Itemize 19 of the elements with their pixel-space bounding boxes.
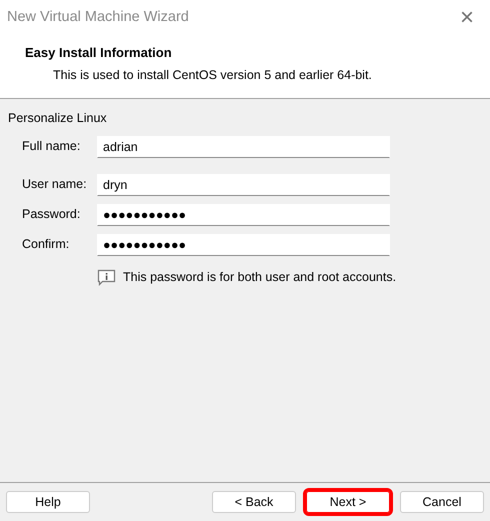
wizard-button[interactable]: Cancel <box>400 491 484 513</box>
wizard-button[interactable]: < Back <box>212 491 296 513</box>
field-label: User name: <box>21 176 88 194</box>
input-field[interactable]: adrian <box>97 136 390 158</box>
input-field[interactable]: ●●●●●●●●●●● <box>97 204 390 226</box>
wizard-button[interactable]: Help <box>6 491 90 513</box>
input-field[interactable]: dryn <box>97 174 390 196</box>
note-text: This password is for both user and root accounts. <box>123 268 396 286</box>
field-label: Confirm: <box>21 236 70 254</box>
page-subtitle: This is used to install CentOS version 5 and earlier 64-bit. <box>52 66 373 84</box>
field-label: Password: <box>21 206 82 224</box>
page-title: Easy Install Information <box>25 44 173 62</box>
input-field[interactable]: ●●●●●●●●●●● <box>97 234 390 256</box>
field-label: Full name: <box>21 138 82 156</box>
window-title: New Virtual Machine Wizard <box>7 8 189 27</box>
wizard-button[interactable]: Next > <box>306 491 390 513</box>
section-label: Personalize Linux <box>8 110 108 127</box>
info-icon <box>97 268 116 286</box>
close-button[interactable]: × <box>452 6 482 30</box>
